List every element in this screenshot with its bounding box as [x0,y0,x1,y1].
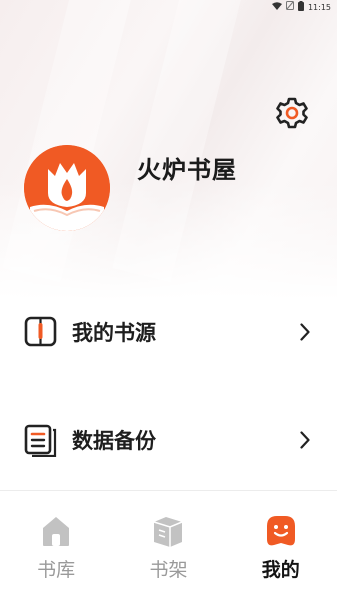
gear-icon [276,97,308,129]
nav-label: 书架 [149,559,188,581]
menu-item-label: 我的书源 [72,321,156,345]
settings-button[interactable] [274,95,310,131]
chevron-right-icon [297,323,313,341]
chevron-right-icon [297,431,313,449]
app-logo-avatar [24,145,110,231]
nav-tab-mine[interactable]: 我的 [241,500,321,582]
nav-divider [0,490,337,491]
menu-item-book-source[interactable]: 我的书源 [0,302,337,362]
status-time: 11:15 [307,2,331,12]
wifi-icon [271,1,282,13]
backup-icon [24,423,58,457]
nav-tab-library[interactable]: 书库 [16,500,96,582]
menu-item-label: 数据备份 [72,429,156,453]
nav-label: 我的 [261,559,300,581]
no-sim-icon [285,1,294,13]
profile-face-icon [263,513,299,549]
status-bar: 11:15 [0,0,337,14]
flame-book-logo-icon [24,145,110,231]
home-icon [38,513,74,549]
book-source-icon [24,315,58,349]
app-title: 火炉书屋 [137,156,237,184]
nav-tab-bookshelf[interactable]: 书架 [128,500,208,582]
bottom-nav: 书库 书架 我的 [0,500,337,600]
menu-item-data-backup[interactable]: 数据备份 [0,410,337,470]
nav-label: 书库 [37,559,76,581]
bookshelf-icon [150,513,186,549]
battery-icon [297,0,304,14]
